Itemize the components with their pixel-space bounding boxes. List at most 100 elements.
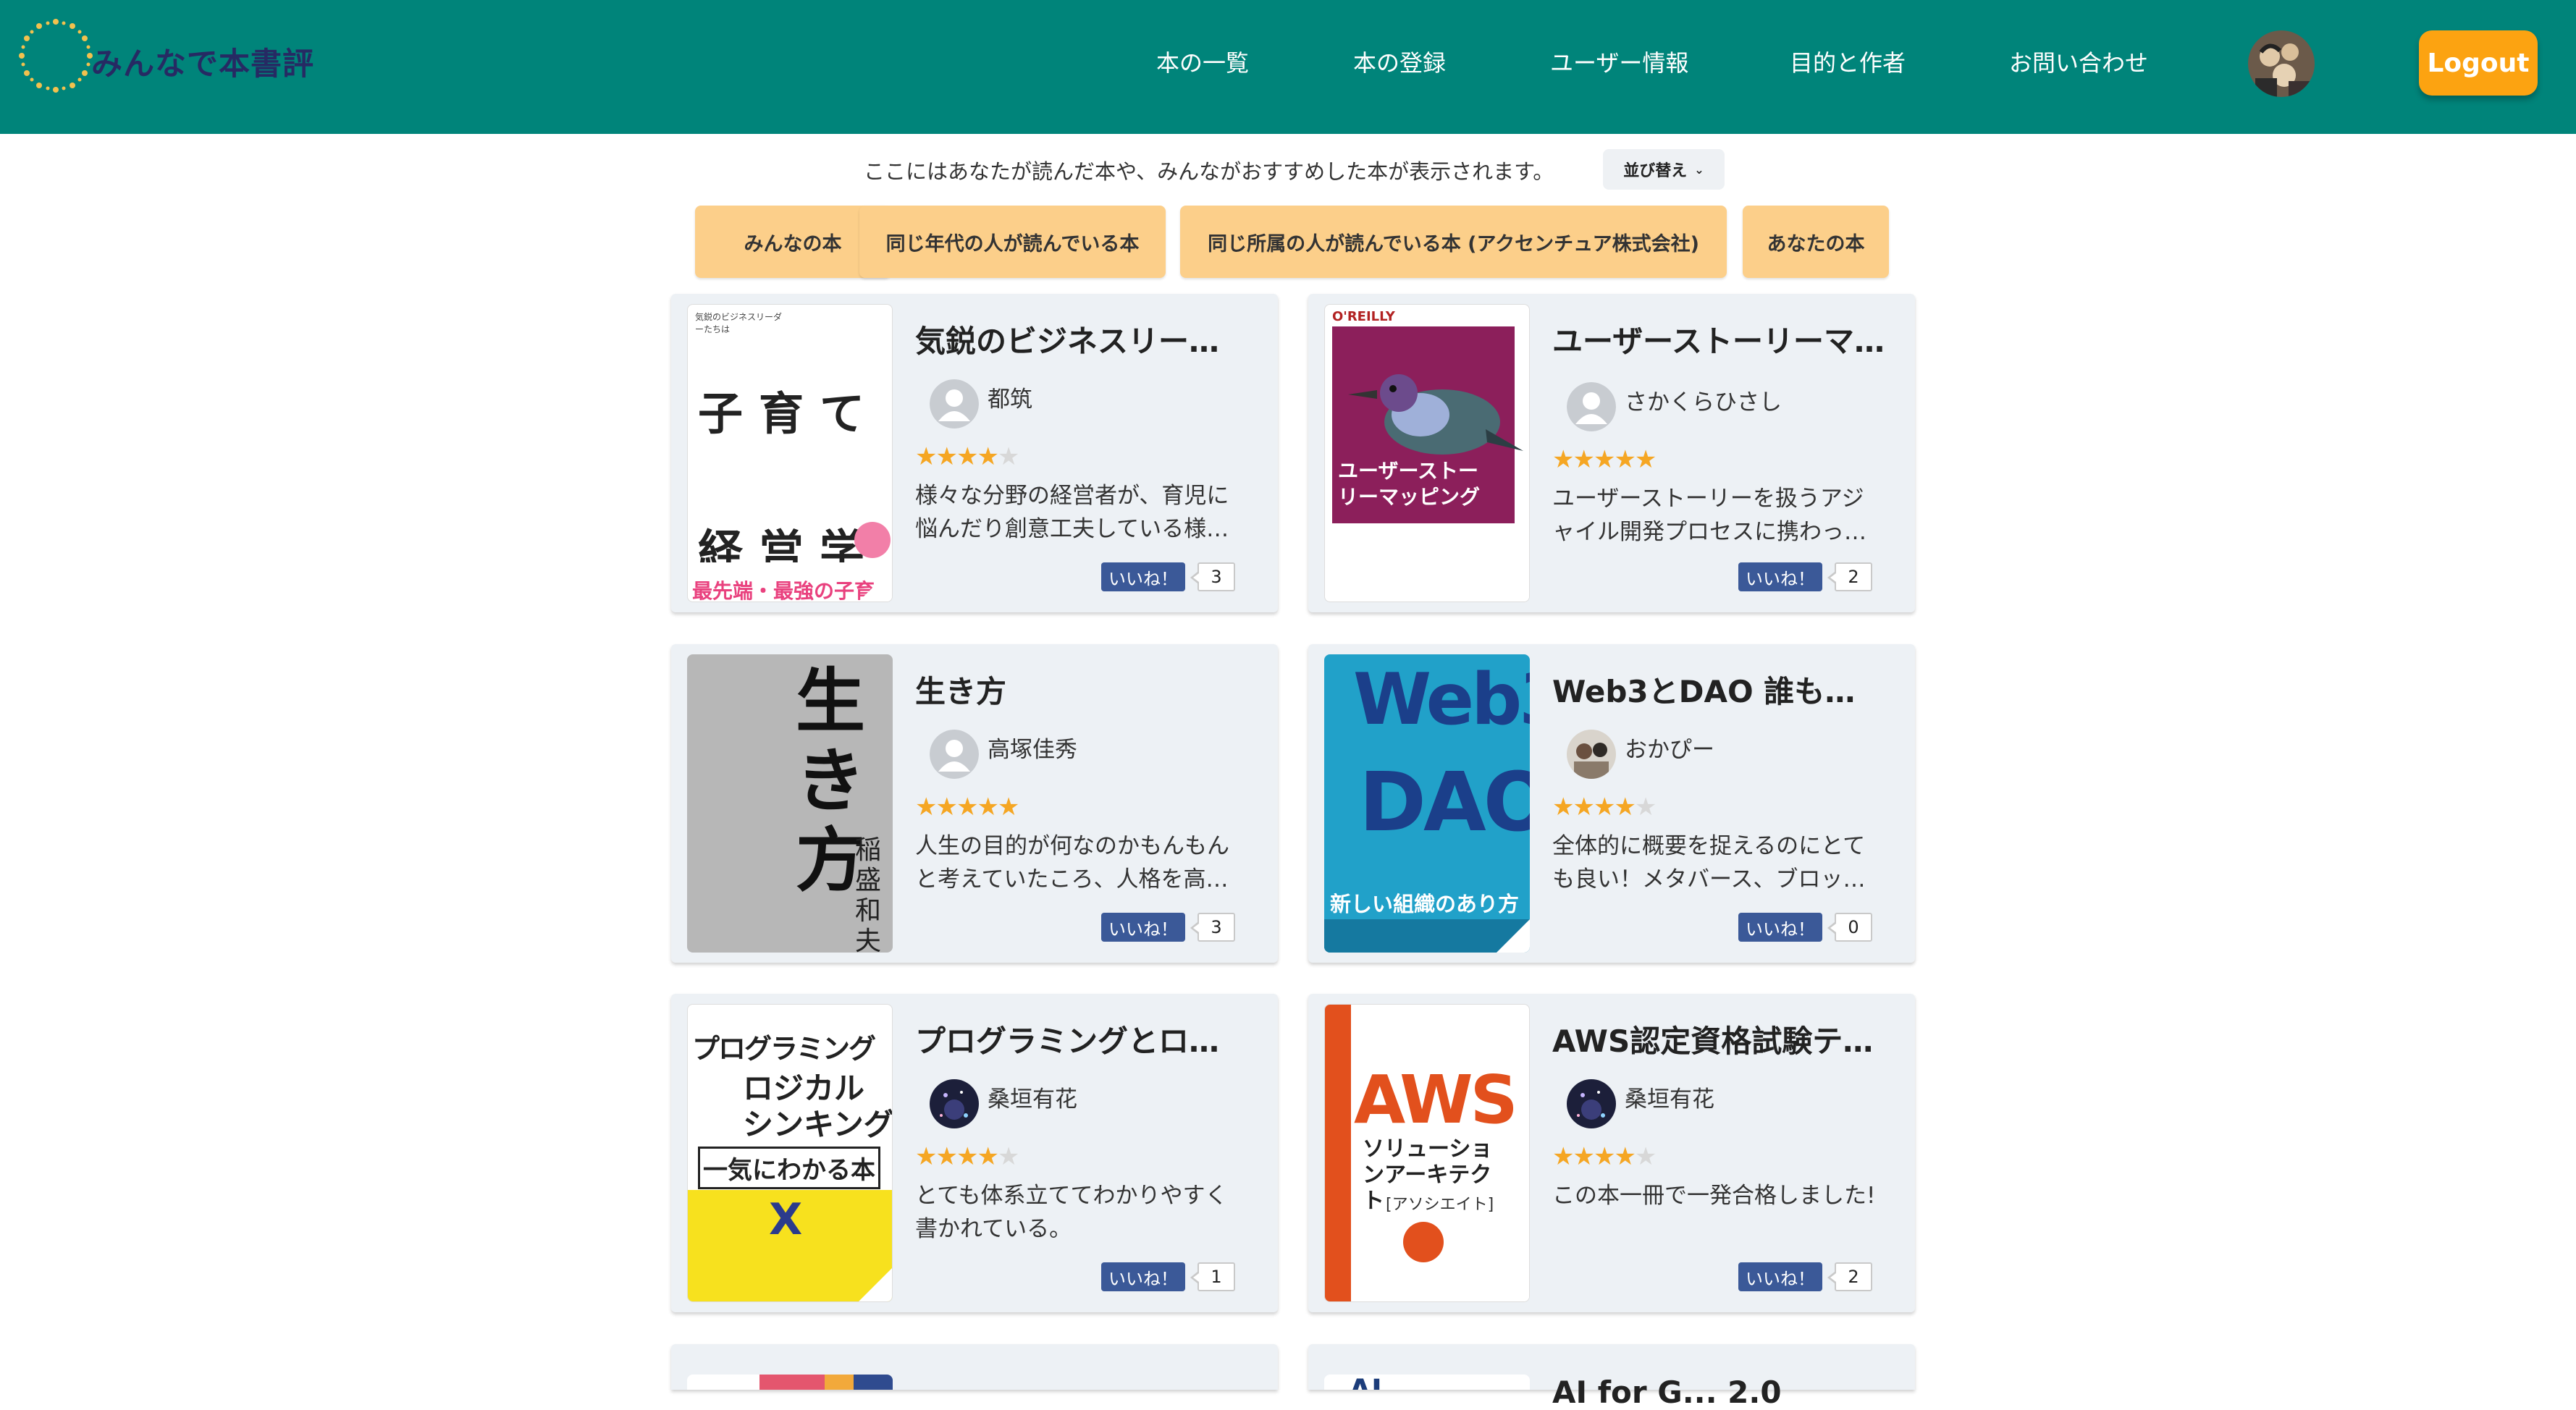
book-card[interactable]: O'REILLY ユーザーストーリーマッピング ユーザーストーリーマ… さかくら… [1308,294,1915,612]
like-count: 3 [1190,562,1235,591]
nav-about[interactable]: 目的と作者 [1790,45,1906,78]
nav-contact[interactable]: お問い合わせ [2009,45,2148,78]
tab-same-age-books[interactable]: 同じ年代の人が読んでいる本 [859,206,1166,278]
reviewer-name: おかぴー [1625,737,1714,763]
rating-stars: ★★★★★ [1552,793,1657,822]
book-card[interactable]: 気鋭のビジネスリーダーたちは 子育て経営学 最先端・最強の子育 気鋭のビジネスリ… [671,294,1278,612]
reviewer-name: 桑垣有花 [1625,1086,1714,1113]
cover-title-text: ユーザーストーリーマッピング [1338,459,1481,509]
cover-bottom-text: 最先端・最強の子育 [692,579,875,602]
reviewer-name: さかくらひさし [1625,389,1782,415]
rating-stars: ★★★★★ [1552,1142,1657,1171]
cover-web3-text: Web3 [1353,659,1530,741]
rating-stars: ★★★★★ [915,1142,1019,1171]
sort-dropdown[interactable]: 並び替え ⌄ [1603,149,1725,190]
rating-stars: ★★★★★ [915,442,1019,471]
review-text: この本一冊で一発合格しました! [1552,1183,1876,1209]
book-cover-image[interactable]: Web3 DAO 新しい組織のあり方 [1324,654,1530,953]
site-title[interactable]: みんなで本書評 [91,39,314,84]
review-text: 人生の目的が何なのかもんもんと考えていたころ、人格を高… [915,833,1229,892]
book-card[interactable]: Web3 DAO 新しい組織のあり方 Web3とDAO 誰もが… おかぴー ★★… [1308,644,1915,963]
cover-line4: 一気にわかる本 [698,1147,880,1189]
like-button[interactable]: いいね！ [1101,913,1185,942]
cover-assoc-text: [アソシエイト] [1386,1196,1494,1214]
book-title[interactable]: Web3とDAO 誰もが… [1552,667,1885,712]
nav-user-info[interactable]: ユーザー情報 [1550,45,1688,78]
book-cover-image[interactable]: O'REILLY ユーザーストーリーマッピング [1324,304,1530,602]
like-count: 2 [1827,562,1872,591]
page-curl [1497,919,1530,953]
cover-line3: シンキング [743,1107,893,1142]
book-card[interactable]: AWS ソリューションアーキテクト [アソシエイト] AWS認定資格試験テ… 桑… [1308,994,1915,1312]
like-count: 1 [1190,1262,1235,1291]
cover-aws-text: AWS [1354,1061,1518,1139]
book-cover-image[interactable]: プログラミング ロジカル シンキング 一気にわかる本 X [687,1004,893,1302]
book-title[interactable]: AI for G... 2.0 [1552,1377,1782,1408]
cover-edition-badge [1403,1222,1444,1262]
cover-dao-text: DAO [1359,756,1530,850]
cover-main-text: 子育て経営学 [698,387,881,562]
reviewer-name: 桑垣有花 [988,1086,1077,1113]
user-avatar[interactable] [2248,30,2315,97]
book-cover-image[interactable] [687,1375,893,1390]
reviewer-name: 都筑 [988,387,1032,413]
like-button[interactable]: いいね！ [1738,1262,1822,1291]
intro-text: ここにはあなたが読んだ本や、みんながおすすめした本が表示されます。 [864,159,1554,184]
book-cover-image[interactable]: 生き方 稲盛和夫 [687,654,893,953]
chevron-down-icon: ⌄ [1694,162,1704,177]
cover-brand: O'REILLY [1332,309,1395,324]
cover-x-mark: X [769,1194,803,1245]
review-text: 全体的に概要を捉えるのにとても良い！メタバース、ブロック… [1552,833,1866,892]
book-cover-image[interactable]: AI [1324,1375,1530,1390]
reviewer-avatar [1567,730,1616,779]
page-curl [1496,568,1529,601]
review-text: とても体系立ててわかりやすく書かれている。 [915,1183,1228,1242]
book-cover-image[interactable]: 気鋭のビジネスリーダーたちは 子育て経営学 最先端・最強の子育 [687,304,893,602]
like-count: 0 [1827,913,1872,942]
book-card[interactable] [671,1344,1278,1390]
reviewer-name: 高塚佳秀 [988,737,1077,763]
page-curl [859,1268,892,1301]
tab-your-books[interactable]: あなたの本 [1743,206,1889,278]
cover-title-text: 生き方 [796,660,865,901]
review-text: ユーザーストーリーを扱うアジャイル開発プロセスに携わっ… [1552,486,1866,545]
like-button[interactable]: いいね！ [1738,913,1822,942]
book-cover-image[interactable]: AWS ソリューションアーキテクト [アソシエイト] [1324,1004,1530,1302]
default-avatar-icon [1567,382,1616,431]
book-title[interactable]: 気鋭のビジネスリーダー… [915,317,1248,361]
book-title[interactable]: 生き方 [915,667,1248,712]
book-title[interactable]: プログラミングとロジ… [915,1017,1248,1061]
book-card[interactable]: AI AI for G... 2.0 [1308,1344,1915,1408]
like-count: 2 [1827,1262,1872,1291]
book-title[interactable]: AWS認定資格試験テ… [1552,1017,1885,1061]
like-button[interactable]: いいね！ [1738,562,1822,591]
reviewer-avatar [1567,1079,1616,1128]
book-card[interactable]: プログラミング ロジカル シンキング 一気にわかる本 X プログラミングとロジ…… [671,994,1278,1312]
reviewer-avatar [930,1079,979,1128]
cover-side-band [1325,1005,1351,1301]
cover-top-text: 気鋭のビジネスリーダーたちは [695,312,783,334]
default-avatar-icon [930,379,979,429]
cover-line1: プログラミング [692,1033,876,1065]
page-curl [859,568,892,601]
like-count: 3 [1190,913,1235,942]
book-title[interactable]: ユーザーストーリーマ… [1552,317,1885,361]
logout-button[interactable]: Logout [2419,30,2538,96]
book-card[interactable]: 生き方 稲盛和夫 生き方 高塚佳秀 ★★★★★ 人生の目的が何なのかもんもんと考… [671,644,1278,963]
top-header: みんなで本書評 本の一覧 本の登録 ユーザー情報 目的と作者 お問い合わせ Lo… [0,0,2576,134]
nav-book-register[interactable]: 本の登録 [1353,45,1446,78]
cover-sub-text: 新しい組織のあり方 [1330,892,1520,916]
rating-stars: ★★★★★ [1552,445,1657,474]
default-avatar-icon [930,730,979,779]
rating-stars: ★★★★★ [915,793,1019,822]
page-curl [1496,1268,1529,1301]
logo-icon[interactable] [16,16,96,96]
like-button[interactable]: いいね！ [1101,562,1185,591]
tab-same-org-books[interactable]: 同じ所属の人が読んでいる本 (アクセンチュア株式会社) [1180,206,1727,278]
like-button[interactable]: いいね！ [1101,1262,1185,1291]
cover-badge [854,522,891,558]
nav-book-list[interactable]: 本の一覧 [1156,45,1249,78]
sort-label: 並び替え [1623,162,1688,180]
cover-author-text: 稲盛和夫 [855,835,882,953]
review-text: 様々な分野の経営者が、育児に悩んだり創意工夫している様… [915,483,1229,542]
